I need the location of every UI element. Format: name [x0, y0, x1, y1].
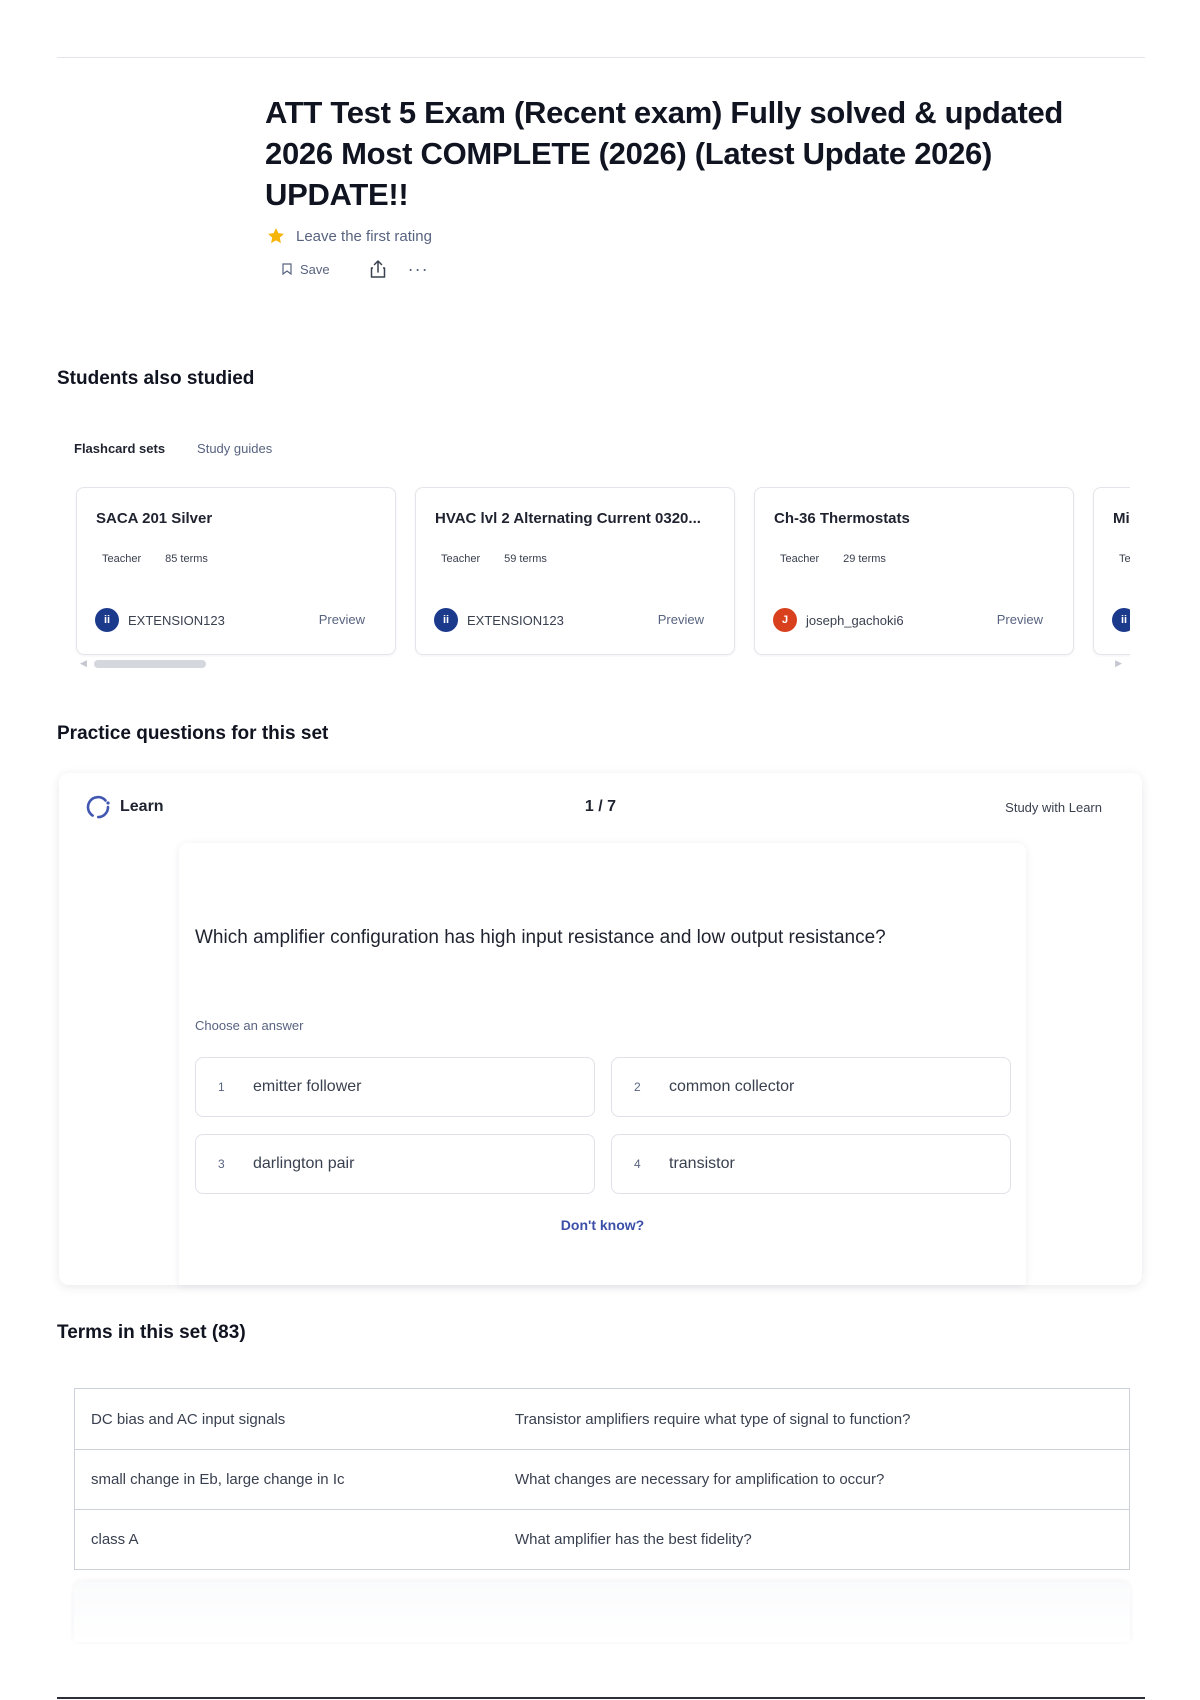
answer-number: 4	[634, 1157, 641, 1171]
table-row: DC bias and AC input signals Transistor …	[75, 1389, 1129, 1449]
save-button[interactable]: Save	[282, 262, 330, 277]
bottom-divider	[57, 1697, 1145, 1699]
answer-text: emitter follower	[253, 1078, 362, 1095]
avatar: J	[773, 608, 797, 632]
term-cell: class A	[91, 1531, 139, 1548]
answer-text: darlington pair	[253, 1155, 355, 1172]
preview-button[interactable]: Preview	[658, 612, 704, 627]
set-card-meta: Teacher 29 terms	[780, 553, 886, 565]
set-card-title: SACA 201 Silver	[96, 510, 213, 527]
study-with-learn-button[interactable]: Study with Learn	[1005, 800, 1102, 815]
more-options-icon[interactable]: ···	[408, 260, 429, 278]
answer-option[interactable]: 1 emitter follower	[195, 1057, 595, 1117]
learn-mode-label: Learn	[85, 794, 164, 820]
save-label: Save	[300, 261, 330, 277]
set-card-meta: Teacher 59 terms	[441, 553, 547, 565]
answer-option[interactable]: 2 common collector	[611, 1057, 1011, 1117]
set-card-meta: Teacher 85 terms	[102, 553, 208, 565]
creator-role: Te	[1119, 553, 1130, 565]
set-card[interactable]: HVAC lvl 2 Alternating Current 0320... T…	[415, 487, 735, 655]
question-progress: 1 / 7	[584, 798, 617, 815]
dont-know-row: Don't know?	[179, 1217, 1026, 1233]
answer-number: 2	[634, 1080, 641, 1094]
avatar: ii	[1112, 608, 1130, 632]
definition-cell: Transistor amplifiers require what type …	[515, 1410, 911, 1428]
practice-questions-heading: Practice questions for this set	[57, 723, 329, 744]
question-card: Which amplifier configuration has high i…	[179, 843, 1026, 1285]
dont-know-button[interactable]: Don't know?	[561, 1217, 644, 1233]
action-bar: Save ···	[282, 259, 429, 279]
studied-carousel: SACA 201 Silver Teacher 85 terms ii EXTE…	[74, 485, 1130, 657]
answer-option[interactable]: 3 darlington pair	[195, 1134, 595, 1194]
share-icon[interactable]	[368, 259, 388, 279]
term-count: 85 terms	[165, 553, 208, 565]
definition-cell: What amplifier has the best fidelity?	[515, 1531, 752, 1548]
author-name: EXTENSION123	[467, 612, 564, 628]
rating-row[interactable]: Leave the first rating	[266, 226, 432, 246]
carousel-scrollbar[interactable]: ◀ ▶	[80, 658, 1122, 669]
practice-panel: Learn 1 / 7 Study with Learn Which ampli…	[59, 773, 1142, 1285]
tab-flashcard-sets[interactable]: Flashcard sets	[74, 441, 165, 456]
creator-role: Teacher	[780, 553, 820, 565]
answer-text: common collector	[669, 1078, 795, 1095]
set-card-author[interactable]: ii EXTENSION123	[95, 608, 225, 632]
avatar: ii	[95, 608, 119, 632]
definition-cell: What changes are necessary for amplifica…	[515, 1471, 885, 1488]
studied-tabs: Flashcard sets Study guides	[74, 441, 272, 456]
answer-number: 1	[218, 1080, 225, 1094]
rating-text: Leave the first rating	[296, 227, 432, 245]
preview-button[interactable]: Preview	[997, 612, 1043, 627]
creator-role: Teacher	[102, 553, 142, 565]
answer-number: 3	[218, 1157, 225, 1171]
author-name: joseph_gachoki6	[806, 612, 904, 628]
bookmark-icon	[282, 263, 292, 275]
set-card-author[interactable]: ii EXTENSION123	[434, 608, 564, 632]
avatar: ii	[434, 608, 458, 632]
set-card[interactable]: Mi Te ii	[1093, 487, 1130, 655]
term-count: 59 terms	[504, 553, 547, 565]
faded-term-row	[74, 1582, 1130, 1642]
scroll-left-icon[interactable]: ◀	[80, 658, 87, 669]
table-row: class A What amplifier has the best fide…	[75, 1509, 1129, 1569]
learn-icon	[86, 795, 110, 819]
answer-option[interactable]: 4 transistor	[611, 1134, 1011, 1194]
term-count: 29 terms	[843, 553, 886, 565]
author-name: EXTENSION123	[128, 612, 225, 628]
term-cell: DC bias and AC input signals	[91, 1410, 286, 1428]
term-cell: small change in Eb, large change in Ic	[91, 1471, 345, 1488]
students-also-studied-heading: Students also studied	[57, 368, 255, 389]
set-card-title: Mi	[1113, 510, 1130, 527]
set-card-meta: Te	[1119, 553, 1130, 565]
tab-study-guides[interactable]: Study guides	[197, 441, 272, 456]
creator-role: Teacher	[441, 553, 481, 565]
set-card[interactable]: Ch-36 Thermostats Teacher 29 terms J jos…	[754, 487, 1074, 655]
terms-table: DC bias and AC input signals Transistor …	[74, 1388, 1130, 1570]
preview-button[interactable]: Preview	[319, 612, 365, 627]
scroll-right-icon[interactable]: ▶	[1115, 658, 1122, 669]
learn-label-text: Learn	[120, 798, 164, 815]
set-card-author[interactable]: ii	[1112, 608, 1130, 632]
choose-answer-label: Choose an answer	[195, 1018, 304, 1033]
scrollbar-thumb[interactable]	[94, 660, 206, 668]
terms-heading: Terms in this set (83)	[57, 1322, 246, 1343]
answer-text: transistor	[669, 1155, 735, 1172]
question-text: Which amplifier configuration has high i…	[195, 927, 886, 948]
set-card-title: Ch-36 Thermostats	[774, 510, 910, 527]
table-row: small change in Eb, large change in Ic W…	[75, 1449, 1129, 1509]
set-card[interactable]: SACA 201 Silver Teacher 85 terms ii EXTE…	[76, 487, 396, 655]
set-card-title: HVAC lvl 2 Alternating Current 0320...	[435, 510, 701, 527]
page-title: ATT Test 5 Exam (Recent exam) Fully solv…	[265, 95, 1064, 212]
star-icon	[268, 228, 284, 244]
top-divider	[57, 57, 1145, 58]
set-card-author[interactable]: J joseph_gachoki6	[773, 608, 904, 632]
